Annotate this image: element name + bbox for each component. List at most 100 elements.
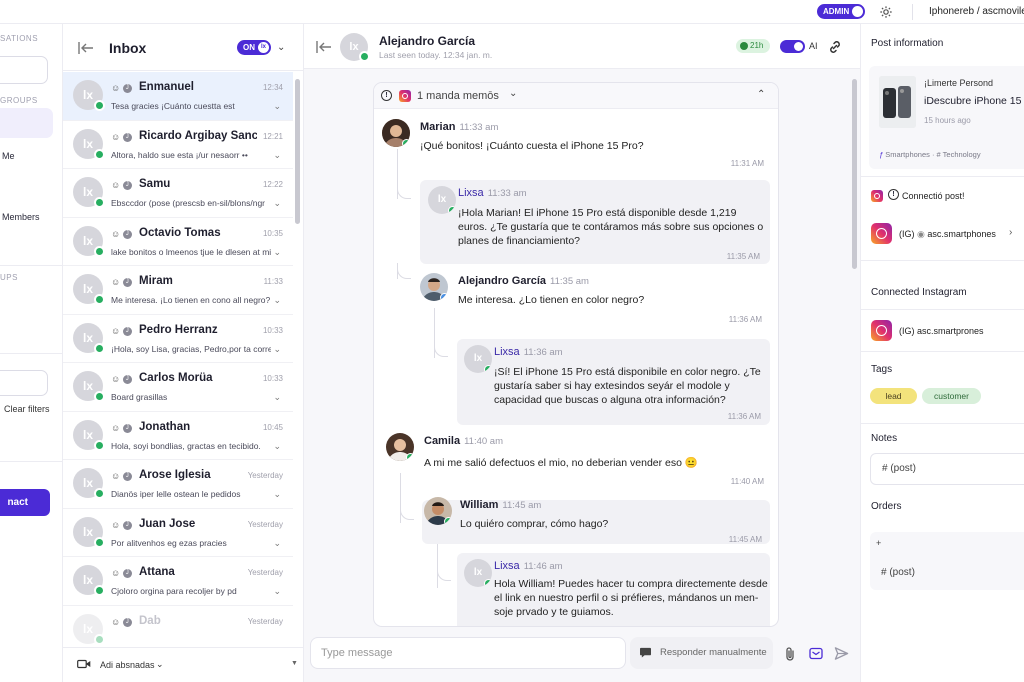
paperclip-icon[interactable]: [784, 646, 796, 662]
chevron-down-icon[interactable]: ⌄: [509, 88, 517, 99]
thread-header[interactable]: ! 1 manda memōs ⌄ ⌃: [374, 83, 778, 109]
nav-item-members[interactable]: Members: [2, 212, 40, 222]
chevron-down-icon[interactable]: ⌄: [273, 441, 281, 452]
inbox-title: Inbox: [109, 40, 147, 56]
conversation-item[interactable]: lx ☺ J Jonathan 10:45 Hola, soyi bondlias, g…: [63, 412, 293, 460]
chevron-down-icon[interactable]: ⌄: [273, 586, 281, 597]
ai-toggle[interactable]: [780, 40, 805, 53]
avatar: lx: [73, 613, 105, 645]
conversation-item[interactable]: lx ☺ J Pedro Herranz 10:33 ¡Hola, soy Lisa, …: [63, 315, 293, 363]
online-status-icon: [94, 100, 105, 111]
conversation-preview: Cjoloro orgina para recoljer by pd: [111, 586, 237, 596]
avatar: lx: [73, 565, 105, 596]
add-order-button[interactable]: +: [876, 538, 881, 548]
connected-post-label: Connectió post!: [902, 191, 965, 201]
message-input[interactable]: [311, 638, 625, 668]
caret-down-icon[interactable]: ▼: [291, 660, 298, 667]
conversation-preview: Dianös iper lelle ostean le pedidos: [111, 489, 241, 499]
nav-item-me[interactable]: Me: [2, 151, 15, 161]
sentiment-icon: ☺ J: [111, 520, 132, 530]
chevron-down-icon[interactable]: ⌄: [277, 42, 285, 53]
conversation-time: 12:34: [262, 83, 283, 92]
contact-avatar: lx: [340, 33, 370, 62]
chevron-down-icon[interactable]: ⌄: [273, 101, 281, 112]
tag-customer[interactable]: customer: [922, 388, 981, 404]
sentiment-icon: ☺ J: [111, 568, 132, 579]
message-lixsa: lx Lixsa 11:46 am Hola William! Puedes ha…: [464, 559, 769, 626]
conversation-item[interactable]: lx ☺ J Carlos Morüa 10:33 Board grasillas ⌄: [63, 363, 293, 412]
message-icon[interactable]: [809, 647, 823, 660]
chevron-down-icon[interactable]: ⌄: [273, 295, 281, 306]
conversation-name: Pedro Herranz: [139, 323, 218, 336]
nav-filter-box[interactable]: [0, 370, 48, 396]
section-conversations: SATIONS: [0, 34, 39, 43]
avatar: lx: [73, 516, 105, 548]
conversation-item[interactable]: lx ☺ J Samu 12:22 Ebsccdor (pose (prescsb en…: [63, 169, 293, 218]
chevron-right-icon[interactable]: ›: [1009, 227, 1012, 238]
tag-lead[interactable]: lead: [870, 388, 917, 404]
conversation-item[interactable]: lx ☺ J Ricardo Argibay Sanc... 12:21 Altora,…: [63, 121, 293, 169]
video-icon[interactable]: [77, 659, 91, 669]
conversation-item[interactable]: lx ☺ J Miram 11:33 Me interesa. ¡Lo tienen e…: [63, 266, 293, 315]
send-icon[interactable]: [834, 646, 849, 661]
conversation-preview: Me interesa. ¡Lo tienen en cono all negr…: [111, 295, 271, 305]
notes-field[interactable]: # (post): [870, 453, 1024, 485]
new-contact-button[interactable]: nact: [0, 489, 50, 516]
lixsa-avatar: lx: [464, 559, 492, 587]
clear-filters-link[interactable]: Clear filters: [4, 404, 50, 414]
inbox-ai-toggle[interactable]: ON lx: [237, 40, 271, 55]
chevron-down-icon[interactable]: ⌄: [273, 538, 281, 549]
conversation-item[interactable]: lx ☺ J Attana Yesterday Cjoloro orgina para …: [63, 557, 293, 606]
online-status-icon: [94, 585, 105, 596]
conversation-item[interactable]: lx ☺ J Enmanuel 12:34 Tesa gracies ¡Cuánto c…: [63, 72, 293, 121]
conversation-item[interactable]: lx ☺ J Juan Jose Yesterday Por alitvenhos eg…: [63, 509, 293, 557]
avatar: [424, 497, 452, 525]
response-timer-badge: 21h: [736, 39, 770, 53]
conversation-name: Arose Iglesia: [139, 469, 211, 481]
account-switcher[interactable]: Iphonereb / ascmoviles: [929, 6, 1024, 17]
inbox-scrollbar[interactable]: [295, 79, 300, 224]
conversation-item[interactable]: lx ☺ J Dab Yesterday: [63, 606, 293, 653]
chat-scrollbar[interactable]: [852, 79, 857, 269]
conversation-preview: Hola, soyi bondlias, gractas en tecibido…: [111, 440, 261, 451]
chevron-down-icon[interactable]: ⌄: [273, 489, 281, 500]
chevron-down-icon[interactable]: ⌄: [273, 247, 281, 258]
avatar: lx: [73, 371, 105, 402]
chevron-down-icon[interactable]: ⌄: [273, 392, 281, 403]
conversation-preview: Altora, haldo sue esta ¡/ur nesaorr ••: [111, 149, 248, 160]
orders-box[interactable]: + # (post): [870, 532, 1024, 590]
avatar: [386, 433, 414, 461]
connected-instagram-account[interactable]: (IG) asc.smartprones: [899, 326, 984, 336]
alert-icon: !: [381, 90, 392, 101]
instagram-icon: [871, 190, 883, 202]
chevron-down-icon[interactable]: ⌄: [273, 344, 281, 355]
chevron-up-icon[interactable]: ⌃: [757, 89, 765, 100]
conversation-name: Carlos Morüa: [139, 372, 213, 384]
conversation-time: 10:33: [262, 374, 283, 383]
conversation-item[interactable]: lx ☺ J Arose Iglesia Yesterday Dianös iper l…: [63, 460, 293, 509]
conversation-time: 10:33: [262, 325, 283, 335]
post-card[interactable]: ¡Limerte Persond iDescubre iPhone 15 15 …: [869, 66, 1024, 169]
conversation-time: 11:33: [263, 277, 283, 286]
sentiment-icon: ☺ J: [111, 326, 132, 336]
nav-search-box[interactable]: [0, 56, 48, 84]
chevron-down-icon[interactable]: ⌄: [273, 198, 281, 209]
link-icon[interactable]: [827, 39, 843, 55]
inbox-panel: Inbox ON lx ⌄ lx ☺ J Enmanuel 12:34 Tesa gra…: [63, 24, 304, 682]
notes-title: Notes: [871, 433, 898, 444]
gear-icon[interactable]: [879, 5, 893, 19]
chevron-down-icon[interactable]: ⌄: [273, 150, 281, 161]
alert-icon: !: [888, 189, 899, 200]
nav-selected-item[interactable]: [0, 108, 53, 138]
inbox-filter-label[interactable]: Adi absnadas: [100, 660, 155, 670]
collapse-left-icon[interactable]: [78, 42, 94, 54]
collapse-left-icon[interactable]: [316, 41, 332, 53]
contact-name: Alejandro García: [379, 34, 476, 48]
sentiment-icon: ☺ J: [111, 132, 132, 142]
chevron-down-icon[interactable]: ⌄: [156, 659, 164, 670]
manual-reply-button[interactable]: Responder manualmente: [630, 637, 773, 669]
conversation-item[interactable]: lx ☺ J Octavio Tomas 10:35 lake bonitos o lm…: [63, 218, 293, 266]
admin-toggle[interactable]: ADMIN: [817, 4, 865, 19]
conversation-name: Attana: [139, 566, 175, 578]
message-marian: Marian 11:33 am ¡Qué bonitos! ¡Cuánto cue…: [382, 119, 772, 169]
